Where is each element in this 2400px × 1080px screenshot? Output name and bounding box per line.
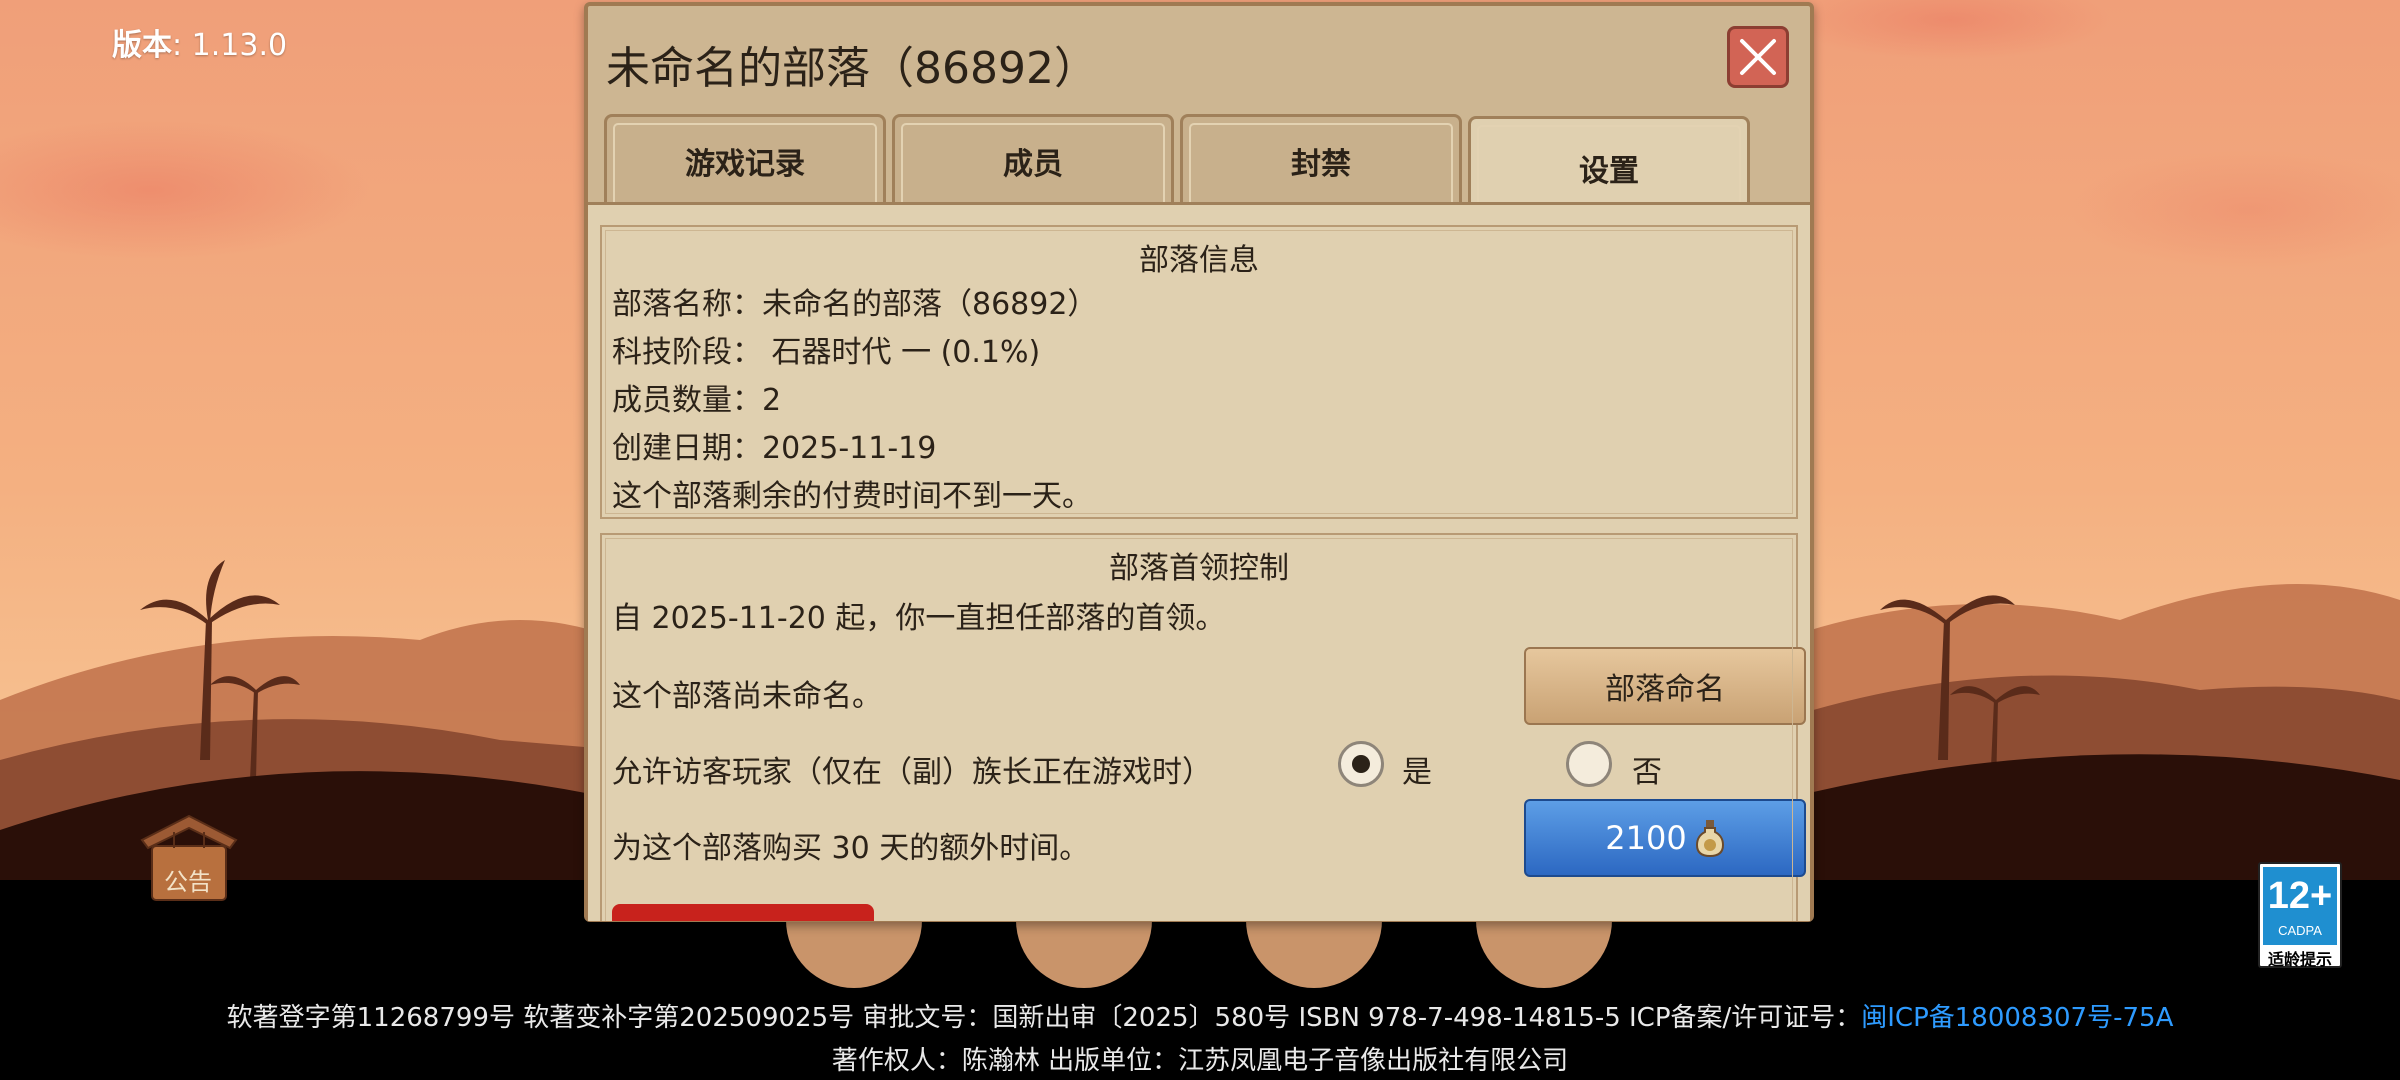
buy-price: 2100 [1605, 819, 1687, 857]
version-value: : 1.13.0 [172, 28, 288, 63]
tab-label: 设置 [1579, 153, 1639, 189]
rename-tribe-button[interactable]: 部落命名 [1524, 647, 1806, 725]
tab-settings[interactable]: 设置 [1468, 116, 1750, 216]
red-button-partial[interactable] [612, 904, 874, 921]
potion-bottle-icon [1695, 820, 1724, 858]
license-text: 软著登字第11268799号 软著变补字第202509025号 审批文号：国新出… [226, 1003, 1862, 1033]
tab-label: 成员 [1003, 146, 1063, 182]
tech-stage-line: 科技阶段： 石器时代 一 (0.1%) [612, 335, 1041, 370]
notice-label: 公告 [164, 868, 212, 896]
unnamed-line: 这个部落尚未命名。 [612, 679, 882, 714]
tab-game-records[interactable]: 游戏记录 [604, 114, 886, 204]
age-rating-badge: 12+ CADPA 适龄提示 [2258, 862, 2342, 969]
leader-since-line: 自 2025-11-20 起，你一直担任部落的首领。 [612, 601, 1226, 636]
settings-panel: 部落信息 部落名称：未命名的部落（86892） 科技阶段： 石器时代 一 (0.… [588, 202, 1810, 921]
tab-bar: 游戏记录 成员 封禁 设置 [604, 114, 1804, 216]
age-rating-org: CADPA [2278, 923, 2322, 938]
license-footer: 软著登字第11268799号 软著变补字第202509025号 审批文号：国新出… [0, 997, 2400, 1034]
visitor-yes-label: 是 [1402, 755, 1432, 790]
copyright-footer: 著作权人：陈瀚林 出版单位：江苏凤凰电子音像出版社有限公司 [831, 1046, 1569, 1076]
buy-time-line: 为这个部落购买 30 天的额外时间。 [612, 831, 1090, 866]
version-title: 版本 [112, 28, 172, 63]
visitor-no-radio[interactable] [1566, 741, 1612, 787]
leader-control-heading: 部落首领控制 [1109, 551, 1289, 586]
icp-link[interactable]: 闽ICP备18008307号-75A [1861, 1003, 2173, 1033]
visitor-setting-line: 允许访客玩家（仅在（副）族长正在游戏时） [612, 755, 1212, 790]
created-date-line: 创建日期：2025-11-19 [612, 431, 937, 466]
tab-label: 封禁 [1291, 146, 1351, 182]
tab-members[interactable]: 成员 [892, 114, 1174, 204]
age-rating-number: 12+ [2267, 875, 2333, 917]
close-icon [1740, 39, 1776, 75]
visitor-yes-radio[interactable] [1338, 741, 1384, 787]
notice-board-button[interactable]: 公告 [134, 810, 244, 906]
tribe-info-heading: 部落信息 [1139, 243, 1259, 278]
tribe-info-section: 部落信息 部落名称：未命名的部落（86892） 科技阶段： 石器时代 一 (0.… [600, 225, 1798, 519]
tribe-dialog: 未命名的部落（86892） 游戏记录 成员 封禁 设置 部落信息 部落名称：未命… [584, 2, 1814, 922]
member-count-line: 成员数量：2 [612, 383, 782, 418]
leader-control-section: 部落首领控制 自 2025-11-20 起，你一直担任部落的首领。 这个部落尚未… [600, 533, 1806, 921]
visitor-no-label: 否 [1632, 755, 1662, 790]
version-label: 版本: 1.13.0 [112, 20, 287, 64]
remaining-time-line: 这个部落剩余的付费时间不到一天。 [612, 479, 1092, 514]
tab-bans[interactable]: 封禁 [1180, 114, 1462, 204]
age-rating-panel: 12+ CADPA [2263, 867, 2337, 945]
tribe-name-line: 部落名称：未命名的部落（86892） [612, 287, 1098, 322]
tab-label: 游戏记录 [685, 146, 805, 182]
dialog-title: 未命名的部落（86892） [606, 43, 1098, 94]
close-button[interactable] [1727, 26, 1789, 88]
age-rating-tip: 适龄提示 [2267, 950, 2332, 969]
buy-time-button[interactable]: 2100 [1524, 799, 1806, 877]
radio-selected-dot [1352, 755, 1370, 773]
